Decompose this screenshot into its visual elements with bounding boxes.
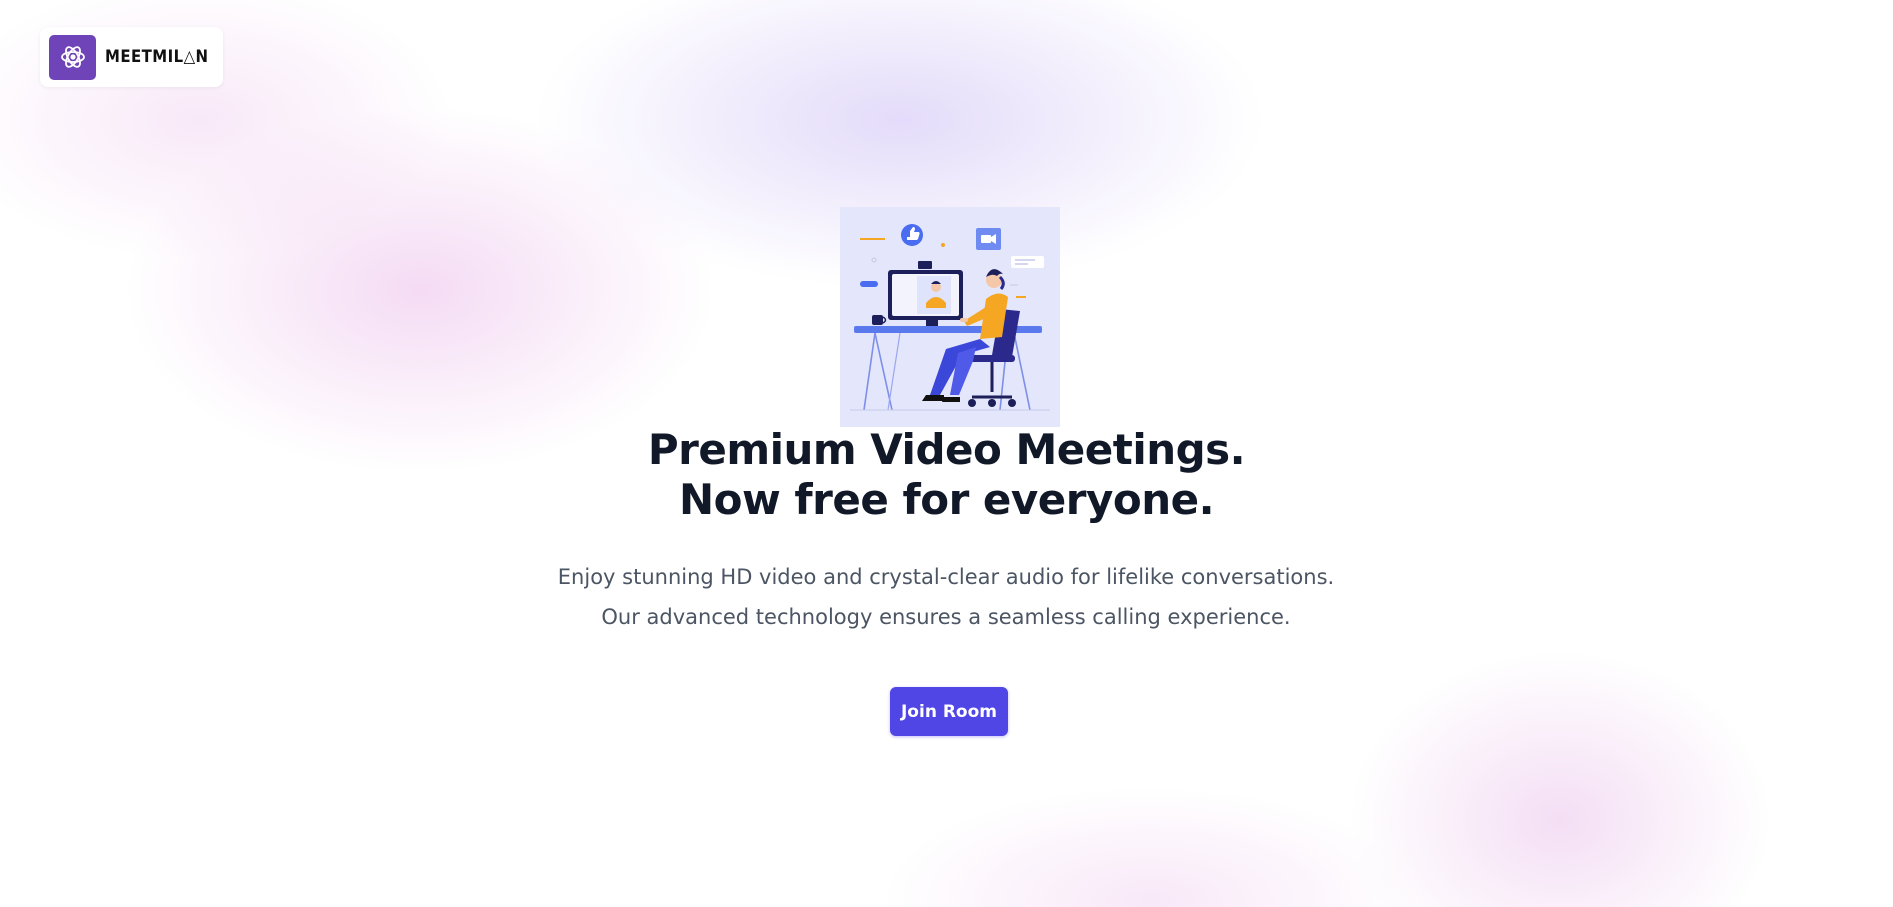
logo-mark-icon xyxy=(49,34,97,80)
video-call-illustration xyxy=(840,207,1060,427)
brand-logo[interactable]: MEETMIL△N xyxy=(40,27,223,87)
chat-card-decoration xyxy=(1011,256,1044,268)
hero-subtitle: Enjoy stunning HD video and crystal-clea… xyxy=(557,565,1335,629)
typing-bubble-decoration xyxy=(860,281,878,287)
logo-wordmark: MEETMIL△N xyxy=(105,47,209,67)
join-room-button[interactable]: Join Room xyxy=(890,687,1008,736)
headline-line-2: Now free for everyone. xyxy=(678,475,1215,524)
hero-headline: Premium Video Meetings. Now free for eve… xyxy=(0,425,1893,525)
coffee-mug-icon xyxy=(872,315,883,325)
landing-page: MEETMIL△N Premium Video Meetings. Now fr… xyxy=(0,0,1893,907)
webcam-icon xyxy=(918,261,932,269)
headline-line-1: Premium Video Meetings. xyxy=(647,425,1246,474)
